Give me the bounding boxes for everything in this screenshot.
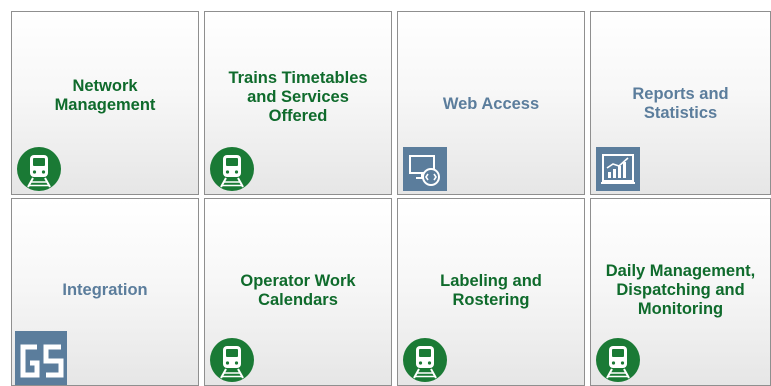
gs-logo-icon: [15, 331, 67, 385]
tile-operator-work-calendars[interactable]: Operator Work Calendars: [204, 198, 392, 386]
train-icon: [17, 147, 61, 191]
train-icon: [210, 147, 254, 191]
integration-label: Integration: [62, 280, 148, 299]
labeling-rostering-label: Labeling and Rostering: [440, 272, 542, 309]
train-icon: [210, 338, 254, 382]
operator-work-calendars-label: Operator Work Calendars: [240, 272, 356, 309]
web-access-label: Web Access: [442, 94, 540, 113]
daily-management-label: Daily Management, Dispatching and Monito…: [605, 261, 756, 318]
tile-grid: Network Management Trains Timetables and…: [0, 0, 771, 386]
train-icon: [403, 338, 447, 382]
tile-integration[interactable]: Integration: [11, 198, 199, 386]
chart-report-icon: [596, 147, 640, 191]
tile-web-access[interactable]: Web Access: [397, 11, 585, 195]
train-icon: [596, 338, 640, 382]
remote-desktop-icon: [403, 147, 447, 191]
trains-timetables-label: Trains Timetables and Services Offered: [228, 68, 368, 125]
tile-reports-statistics[interactable]: Reports and Statistics: [590, 11, 771, 195]
network-management-label: Network Management: [54, 77, 156, 114]
tile-labeling-rostering[interactable]: Labeling and Rostering: [397, 198, 585, 386]
tile-trains-timetables[interactable]: Trains Timetables and Services Offered: [204, 11, 392, 195]
tile-network-management[interactable]: Network Management: [11, 11, 199, 195]
reports-statistics-label: Reports and Statistics: [632, 85, 729, 122]
tile-daily-management[interactable]: Daily Management, Dispatching and Monito…: [590, 198, 771, 386]
